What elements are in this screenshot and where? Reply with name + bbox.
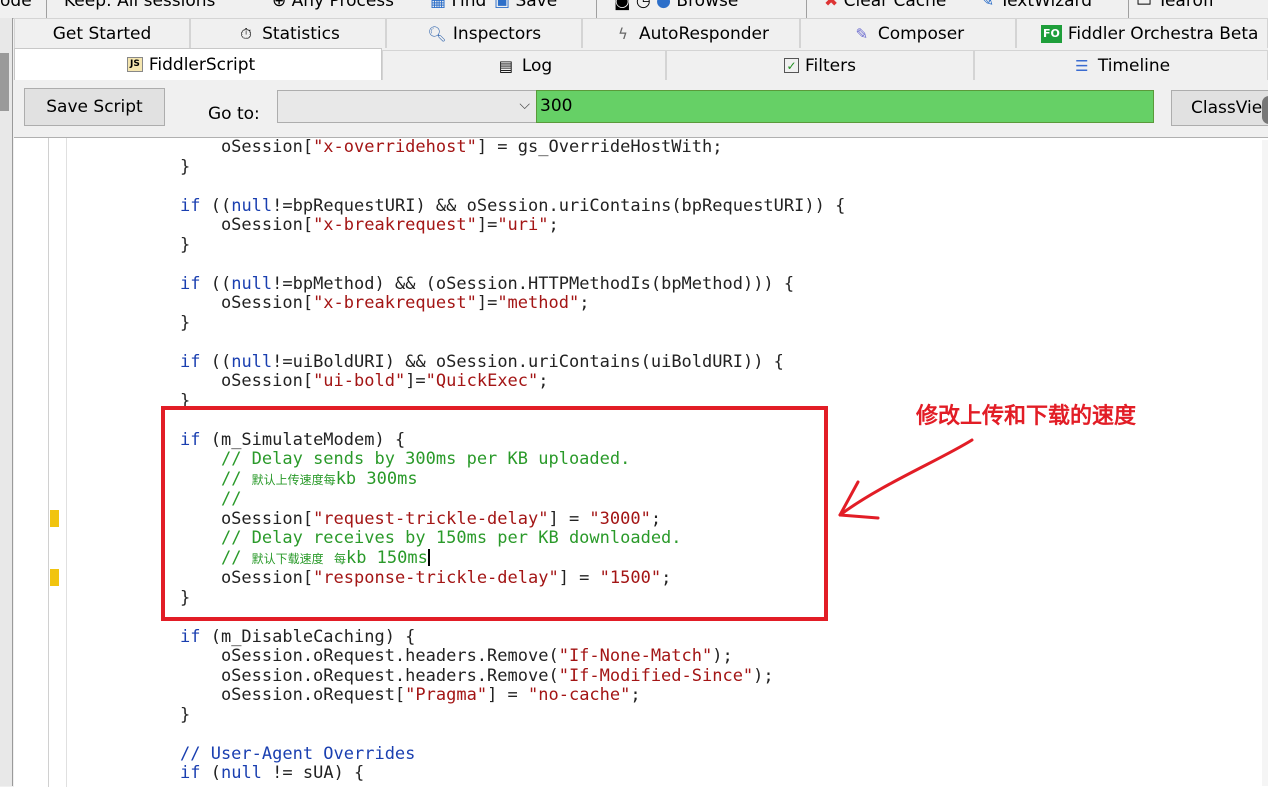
lightning-icon: ϟ bbox=[618, 24, 628, 43]
gutter-divider bbox=[48, 138, 49, 787]
goto-label: Go to: bbox=[208, 104, 260, 124]
toolbar-item-find[interactable]: ▦ Find bbox=[430, 0, 486, 11]
tab-label: Composer bbox=[877, 23, 965, 44]
checkbox-icon: ✓ bbox=[784, 58, 800, 73]
tab-statistics[interactable]: ⏱ Statistics bbox=[190, 18, 386, 48]
find-icon: ▦ bbox=[430, 0, 447, 11]
any-process-label: Any Process bbox=[291, 0, 395, 11]
annotation-text: 修改上传和下载的速度 bbox=[916, 404, 1137, 429]
save-script-button[interactable]: Save Script bbox=[24, 88, 165, 126]
clear-cache-label: Clear Cache bbox=[843, 0, 947, 11]
toolbar-separator bbox=[806, 0, 807, 18]
tab-filters[interactable]: ✓ Filters bbox=[666, 50, 974, 80]
tab-get-started[interactable]: Get Started bbox=[14, 18, 190, 48]
toolbar-separator bbox=[596, 0, 597, 18]
change-marker bbox=[50, 569, 59, 586]
toolbar-item-tearoff[interactable]: ▭ Tearoff bbox=[1136, 0, 1215, 11]
toolbar-item-save[interactable]: ▣ Save bbox=[494, 0, 557, 11]
tab-composer[interactable]: ✎ Composer bbox=[800, 18, 1016, 48]
scrollbar-thumb[interactable] bbox=[0, 53, 9, 111]
scroll-knob-icon[interactable] bbox=[1262, 96, 1268, 124]
js-script-icon: JS bbox=[127, 57, 143, 72]
toolbar-separator bbox=[46, 0, 47, 18]
tab-label: Fiddler Orchestra Beta bbox=[1067, 23, 1259, 44]
tab-label: Log bbox=[521, 55, 553, 76]
tab-timeline[interactable]: ☰ Timeline bbox=[974, 50, 1268, 80]
tab-fiddler-orchestra[interactable]: FO Fiddler Orchestra Beta bbox=[1016, 18, 1268, 48]
script-toolbar: Save Script Go to: ⌵ 300 ClassView bbox=[14, 82, 1268, 134]
browse-label: Browse bbox=[676, 0, 739, 11]
tab-label: Timeline bbox=[1097, 55, 1171, 76]
editor-vertical-scrollbar[interactable] bbox=[1262, 140, 1268, 786]
toolbar-separator bbox=[1128, 0, 1129, 18]
globe-icon: ● bbox=[656, 0, 671, 11]
main-toolbar: ode Keep: All sessions ⊕ Any Process ▦ F… bbox=[0, 0, 1268, 19]
tab-label: Get Started bbox=[52, 23, 152, 44]
fo-icon: FO bbox=[1041, 24, 1062, 43]
save-icon: ▣ bbox=[494, 0, 511, 11]
chevron-down-icon: ⌵ bbox=[519, 97, 530, 113]
tabs-row-1: Get Started ⏱ Statistics 🔍︎ Inspectors ϟ… bbox=[14, 18, 1268, 48]
toolbar-item-any-process[interactable]: ⊕ Any Process bbox=[272, 0, 394, 11]
clear-cache-icon: ✖ bbox=[824, 0, 839, 11]
crosshair-icon: ⊕ bbox=[272, 0, 287, 11]
tab-label: Filters bbox=[805, 55, 856, 76]
toolbar-item-browse[interactable]: ◙ ◷ ● Browse bbox=[614, 0, 738, 11]
fold-guide bbox=[66, 138, 67, 787]
tab-label: Statistics bbox=[262, 23, 340, 44]
magnifier-icon: 🔍︎ bbox=[427, 24, 447, 43]
toolbar-item-clear-cache[interactable]: ✖ Clear Cache bbox=[824, 0, 946, 11]
log-icon: ▤ bbox=[498, 56, 513, 75]
session-list-scrollbar[interactable] bbox=[0, 18, 13, 786]
change-marker bbox=[50, 510, 59, 527]
highlight-box bbox=[161, 406, 828, 621]
goto-dropdown[interactable]: ⌵ bbox=[277, 90, 537, 123]
tab-label: FiddlerScript bbox=[148, 54, 256, 75]
stopwatch-icon: ⏱ bbox=[240, 24, 252, 43]
toolbar-item-ode[interactable]: ode bbox=[0, 0, 32, 11]
tab-fiddlerscript[interactable]: JS FiddlerScript bbox=[14, 48, 382, 80]
tearoff-label: Tearoff bbox=[1157, 0, 1215, 11]
tabs-row-2: JS FiddlerScript ▤ Log ✓ Filters ☰ Timel… bbox=[14, 48, 1268, 80]
toolbar-item-keep-sessions[interactable]: Keep: All sessions bbox=[64, 0, 215, 11]
tab-label: AutoResponder bbox=[638, 23, 770, 44]
tab-log[interactable]: ▤ Log bbox=[382, 50, 666, 80]
tab-label: Inspectors bbox=[452, 23, 542, 44]
textwizard-label: TextWizard bbox=[999, 0, 1093, 11]
classview-button[interactable]: ClassView bbox=[1171, 90, 1268, 126]
toolbar-item-textwizard[interactable]: ✎ TextWizard bbox=[980, 0, 1092, 11]
tab-autoresponder[interactable]: ϟ AutoResponder bbox=[582, 18, 800, 48]
save-label: Save bbox=[515, 0, 558, 11]
clock-icon: ◷ bbox=[635, 0, 651, 11]
tab-inspectors[interactable]: 🔍︎ Inspectors bbox=[386, 18, 582, 48]
find-label: Find bbox=[451, 0, 487, 11]
pencil-icon: ✎ bbox=[855, 24, 869, 43]
tearoff-icon: ▭ bbox=[1136, 0, 1153, 11]
search-input[interactable]: 300 bbox=[536, 90, 1154, 123]
camera-icon: ◙ bbox=[614, 0, 631, 11]
annotation-arrow-icon bbox=[838, 438, 974, 520]
timeline-icon: ☰ bbox=[1075, 56, 1089, 75]
textwizard-icon: ✎ bbox=[980, 0, 995, 11]
